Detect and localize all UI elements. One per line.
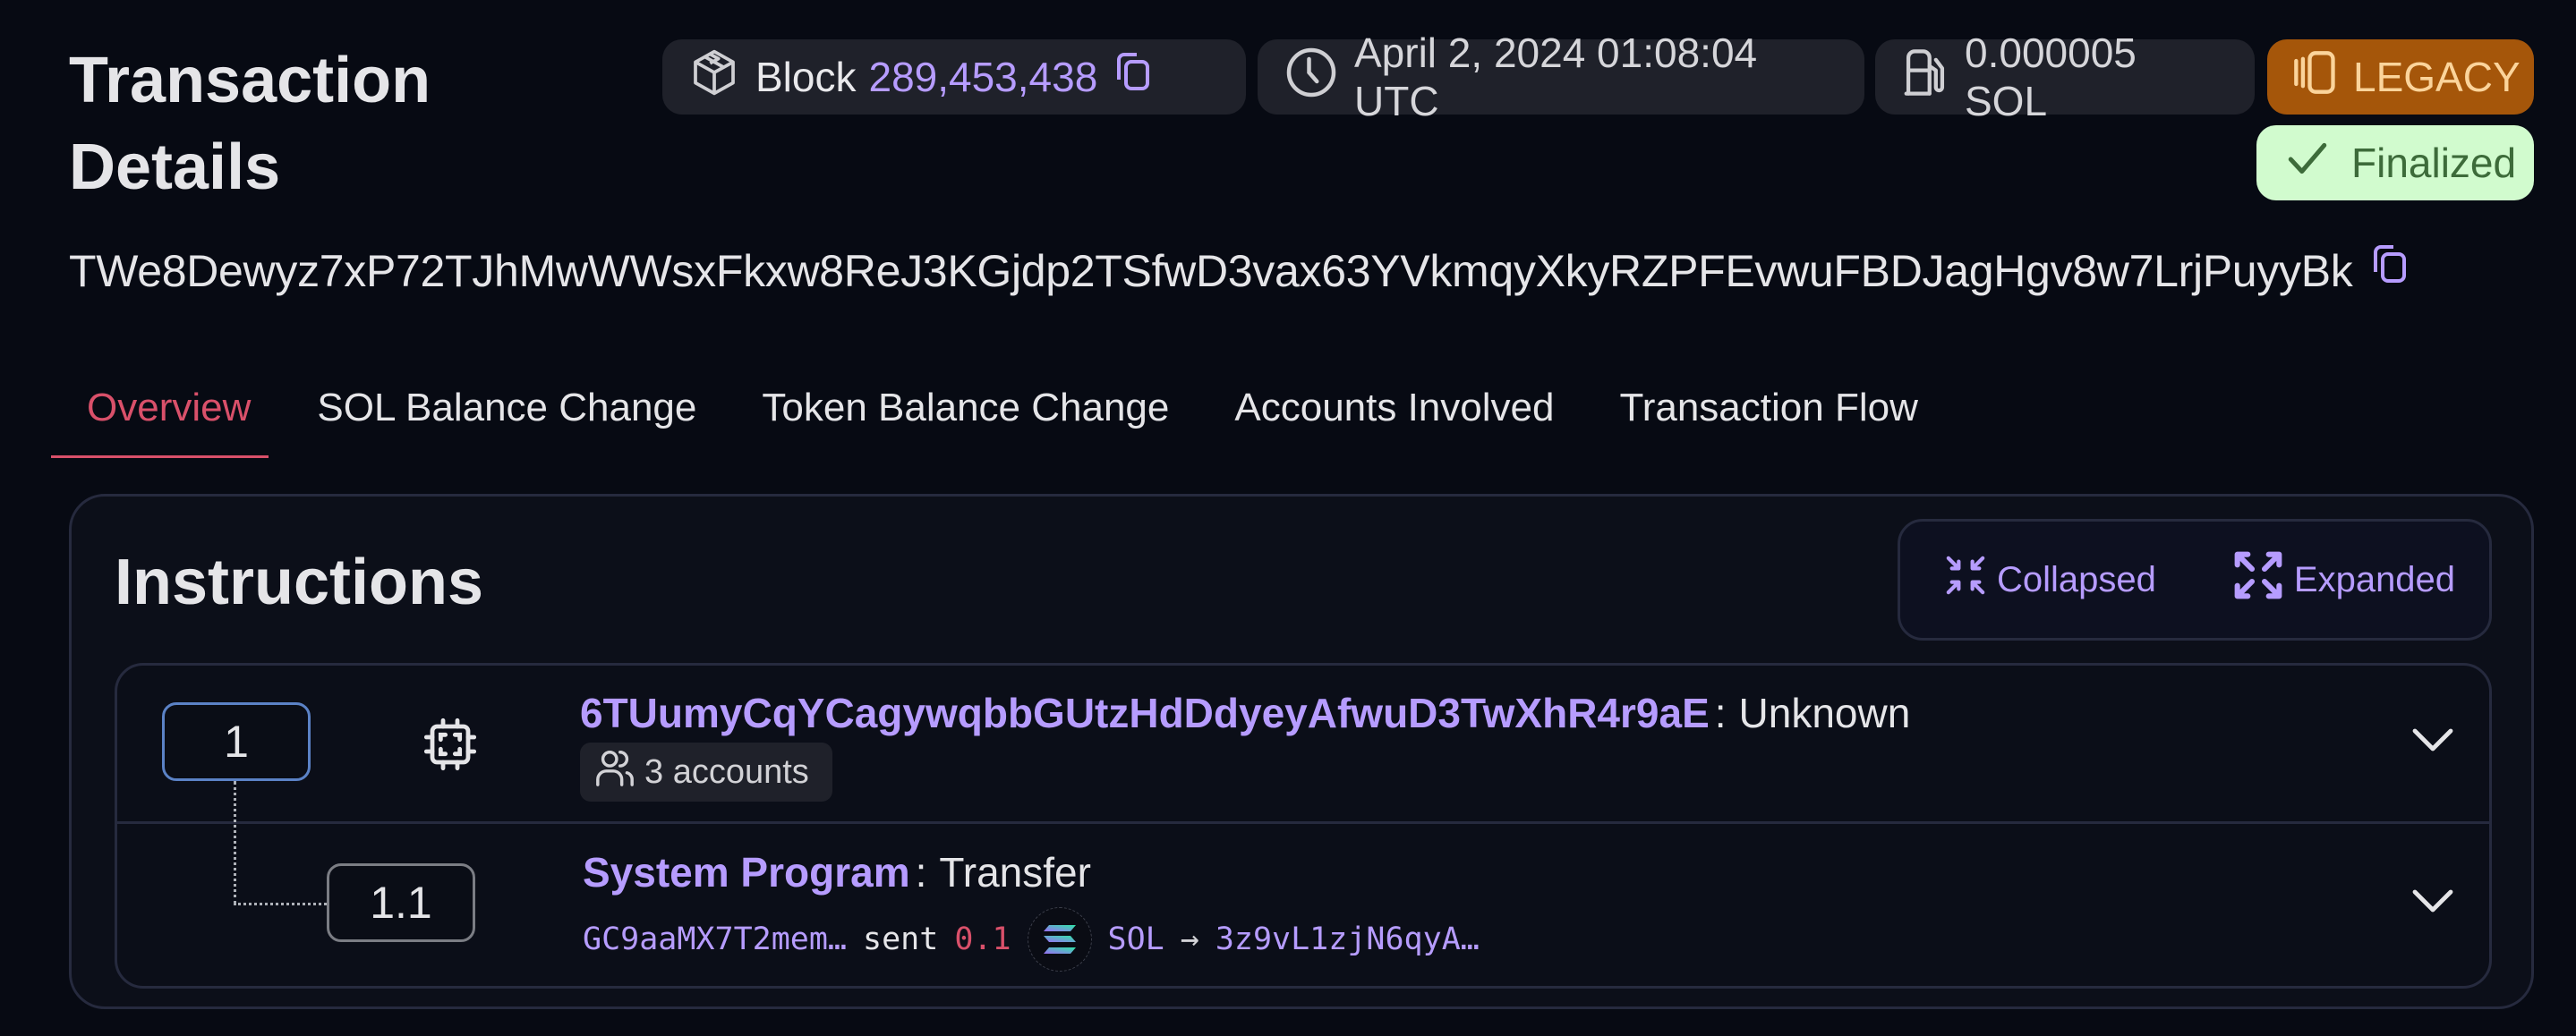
instruction-header: System Program : Transfer (583, 848, 1091, 896)
recipient-address-link[interactable]: 3z9vL1zjN6qyA… (1215, 921, 1480, 957)
timestamp-badge: April 2, 2024 01:08:04 UTC (1258, 30, 1864, 124)
version-text: LEGACY (2353, 54, 2521, 100)
collapsed-label: Collapsed (1997, 559, 2156, 599)
transfer-summary: GC9aaMX7T2mem… sent 0.1 SOL → 3z9vL1zjN6… (583, 904, 1480, 975)
instructions-title: Instructions (115, 547, 484, 618)
status-text: Finalized (2351, 140, 2517, 186)
gas-pump-icon (1902, 47, 1949, 108)
tree-connector-vertical (234, 781, 236, 904)
checkmark-icon (2285, 136, 2330, 191)
expand-row-chevron-icon[interactable] (2411, 887, 2454, 919)
tab-overview[interactable]: Overview (50, 376, 269, 458)
signature-text: TWe8Dewyz7xP72TJhMwWWsxFkxw8ReJ3KGjdp2TS… (69, 245, 2353, 296)
tab-accounts-involved[interactable]: Accounts Involved (1234, 376, 1554, 458)
tab-bar: Overview SOL Balance Change Token Balanc… (50, 376, 1983, 458)
token-symbol-link[interactable]: SOL (1108, 921, 1164, 957)
instructions-card: Instructions Collapsed Expanded 1 6TUumy… (69, 494, 2534, 1009)
block-number-link[interactable]: 289,453,438 (868, 53, 1097, 101)
collapse-arrows-icon (1945, 555, 1986, 605)
fee-text: 0.000005 SOL (1965, 30, 2137, 124)
transaction-signature: TWe8Dewyz7xP72TJhMwWWsxFkxw8ReJ3KGjdp2TS… (69, 243, 2410, 298)
view-toggle: Collapsed Expanded (1898, 519, 2492, 641)
instruction-type: Unknown (1738, 690, 1911, 736)
separator: : (915, 849, 927, 896)
program-address-link[interactable]: 6TUumyCqYCagywqbbGUtzHdDdyeyAfwuD3TwXhR4… (580, 689, 1710, 737)
instruction-header: 6TUumyCqYCagywqbbGUtzHdDdyeyAfwuD3TwXhR4… (580, 689, 1910, 737)
fee-badge: 0.000005 SOL (1875, 30, 2255, 124)
tab-sol-balance-change[interactable]: SOL Balance Change (317, 376, 696, 458)
separator: : (1714, 690, 1727, 736)
status-badge: Finalized (2256, 125, 2534, 200)
copy-signature-icon[interactable] (2370, 243, 2410, 298)
row-divider (117, 821, 2489, 824)
cpu-chip-icon (422, 716, 479, 777)
tree-connector-horizontal (234, 903, 327, 905)
users-icon (594, 747, 635, 797)
clock-icon (1284, 46, 1338, 109)
expand-row-chevron-icon[interactable] (2411, 726, 2454, 758)
accounts-count-label: 3 accounts (644, 752, 809, 791)
transfer-amount: 0.1 (954, 921, 1011, 957)
tab-transaction-flow[interactable]: Transaction Flow (1619, 376, 1917, 458)
collapsed-button[interactable]: Collapsed (1945, 555, 2156, 605)
cube-icon (689, 47, 739, 108)
page-title: Transaction Details (69, 45, 431, 203)
instruction-index-badge: 1.1 (327, 863, 475, 942)
copy-icon[interactable] (1113, 51, 1153, 104)
tab-token-balance-change[interactable]: Token Balance Change (762, 376, 1169, 458)
block-label: Block (755, 54, 857, 100)
version-badge: LEGACY (2267, 39, 2534, 115)
expand-arrows-icon (2233, 550, 2283, 609)
expanded-label: Expanded (2293, 559, 2456, 599)
expanded-button[interactable]: Expanded (2233, 550, 2455, 609)
instruction-index-badge: 1 (162, 702, 311, 781)
accounts-count-button[interactable]: 3 accounts (580, 743, 832, 802)
transfer-verb: sent (863, 921, 939, 957)
block-badge: Block 289,453,438 (662, 39, 1246, 115)
cards-icon (2292, 49, 2339, 106)
program-name-link[interactable]: System Program (583, 848, 910, 896)
timestamp-text: April 2, 2024 01:08:04 UTC (1354, 30, 1758, 124)
sender-address-link[interactable]: GC9aaMX7T2mem… (583, 921, 847, 957)
instruction-list: 1 6TUumyCqYCagywqbbGUtzHdDdyeyAfwuD3TwXh… (115, 663, 2492, 989)
arrow-right-icon: → (1180, 921, 1199, 957)
instruction-type: Transfer (939, 849, 1091, 896)
solana-logo-icon (1027, 907, 1092, 972)
